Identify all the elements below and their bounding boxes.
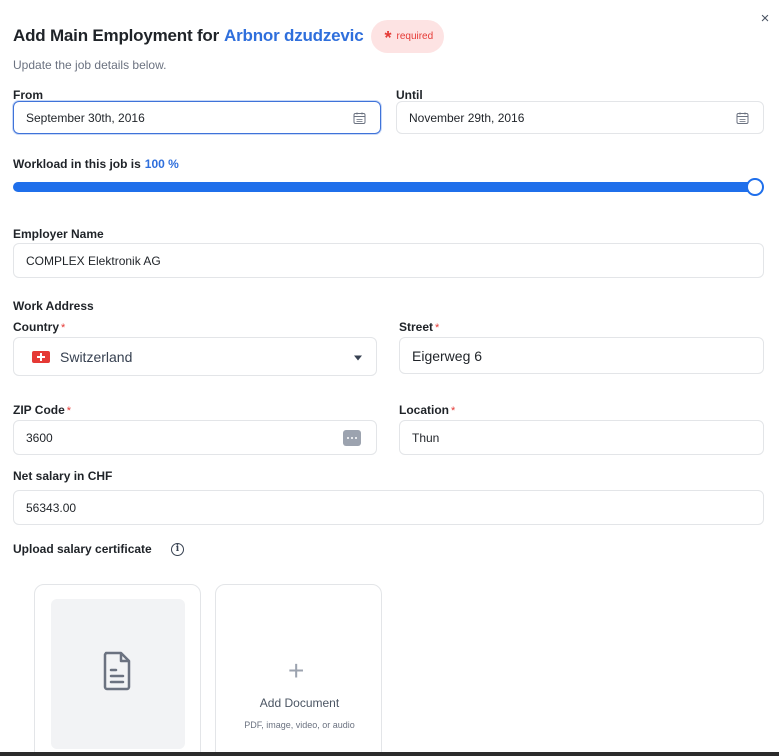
until-label: Until <box>396 88 423 102</box>
info-icon[interactable]: i <box>171 543 184 556</box>
country-label: Country * <box>13 320 65 334</box>
employer-name-value: COMPLEX Elektronik AG <box>26 253 161 268</box>
workload-text: Workload in this job is <box>13 157 141 171</box>
from-date-input[interactable]: September 30th, 2016 <box>13 101 381 134</box>
net-salary-input[interactable]: 56343.00 <box>13 490 764 525</box>
chevron-down-icon[interactable] <box>354 355 362 360</box>
from-date-value: September 30th, 2016 <box>26 110 145 125</box>
until-date-input[interactable]: November 29th, 2016 <box>396 101 764 134</box>
dialog-title-row: Add Main Employment for Arbnor dzudzevic… <box>13 19 445 53</box>
add-employment-dialog: × Add Main Employment for Arbnor dzudzev… <box>0 0 779 756</box>
document-preview <box>51 599 185 749</box>
calendar-icon[interactable] <box>736 111 749 124</box>
workload-slider-fill <box>13 182 758 192</box>
until-date-value: November 29th, 2016 <box>409 110 525 125</box>
close-icon[interactable]: × <box>757 11 773 27</box>
more-dots-icon[interactable] <box>343 429 361 446</box>
workload-slider-thumb[interactable] <box>746 178 764 196</box>
switzerland-flag-icon <box>32 350 50 363</box>
document-icon <box>103 651 131 691</box>
workload-value: 100 % <box>144 157 179 171</box>
dialog-subtitle: Update the job details below. <box>13 58 167 72</box>
asterisk-icon: * <box>384 28 392 48</box>
employer-name-input[interactable]: COMPLEX Elektronik AG <box>13 243 764 278</box>
person-name: Arbnor dzudzevic <box>224 26 364 45</box>
location-label: Location * <box>399 403 455 417</box>
document-preview-card[interactable] <box>34 584 201 756</box>
country-select[interactable]: Switzerland <box>13 337 377 376</box>
dialog-title: Add Main Employment for <box>13 26 220 45</box>
street-label: Street * <box>399 320 439 334</box>
zip-label: ZIP Code * <box>13 403 71 417</box>
required-mark: * <box>61 322 66 334</box>
required-badge: * required <box>371 19 445 53</box>
country-label-text: Country <box>13 320 59 334</box>
employer-name-label: Employer Name <box>13 227 104 241</box>
required-badge-label: required <box>396 30 434 42</box>
plus-icon: + <box>288 655 305 686</box>
add-document-hint: PDF, image, video, or audio <box>244 720 355 730</box>
upload-certificate-label: Upload salary certificate <box>13 542 152 556</box>
net-salary-label: Net salary in CHF <box>13 469 113 483</box>
street-label-text: Street <box>399 320 434 334</box>
zip-code-value: 3600 <box>26 430 53 445</box>
work-address-heading: Work Address <box>13 299 94 313</box>
location-input[interactable]: Thun <box>399 420 764 455</box>
bottom-divider <box>0 752 779 756</box>
street-value: Eigerweg 6 <box>412 347 483 364</box>
add-document-label: Add Document <box>259 696 340 710</box>
location-value: Thun <box>412 430 440 445</box>
net-salary-value: 56343.00 <box>26 500 77 515</box>
required-mark: * <box>66 405 72 417</box>
country-value: Switzerland <box>60 348 133 365</box>
from-label: From <box>13 88 43 102</box>
zip-code-input[interactable]: 3600 <box>13 420 377 455</box>
street-input[interactable]: Eigerweg 6 <box>399 337 764 374</box>
workload-slider-track[interactable] <box>13 182 758 192</box>
workload-label: Workload in this job is 100 % <box>13 157 179 171</box>
calendar-icon[interactable] <box>353 111 366 124</box>
location-label-text: Location <box>399 403 449 417</box>
required-mark: * <box>435 322 440 334</box>
zip-label-text: ZIP Code <box>13 403 65 417</box>
add-document-card[interactable]: + Add Document PDF, image, video, or aud… <box>215 584 382 756</box>
required-mark: * <box>451 405 456 417</box>
